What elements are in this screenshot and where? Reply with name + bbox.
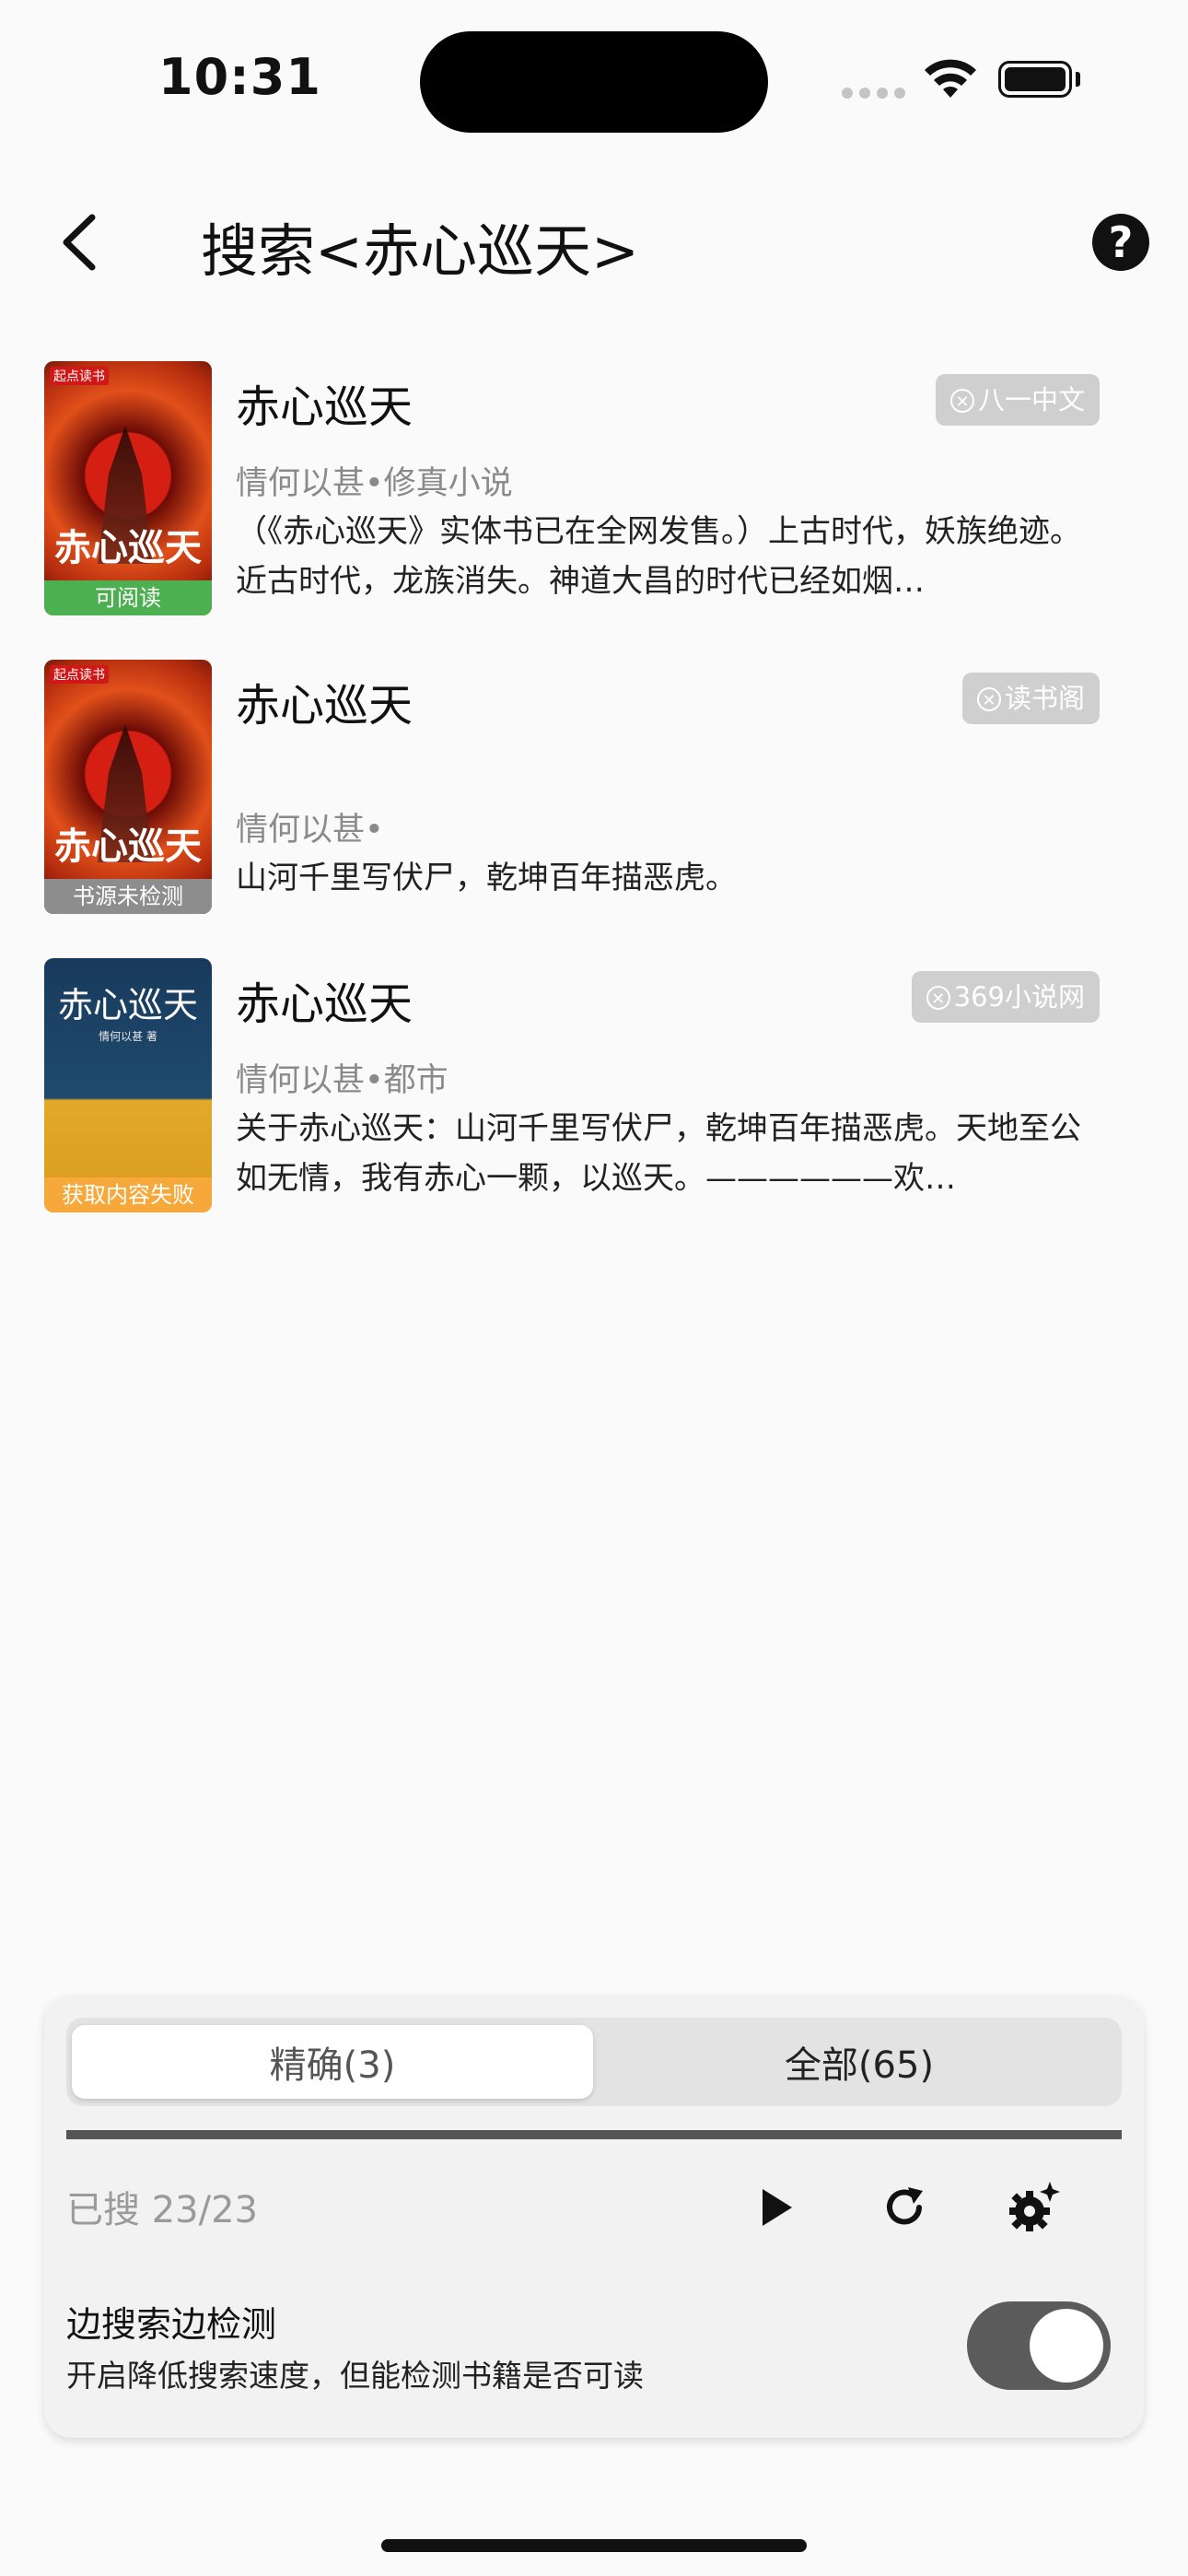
search-progress-bar bbox=[66, 2130, 1122, 2139]
battery-icon bbox=[998, 61, 1072, 98]
help-icon[interactable]: ? bbox=[1092, 214, 1149, 271]
search-control-panel: 精确(3) 全部(65) 已搜 23/23 边搜索边检测 开启降低搜索速度，但能… bbox=[44, 1996, 1144, 2438]
book-description: （《赤心巡天》实体书已在全网发售。）上古时代，妖族绝迹。近古时代，龙族消失。神道… bbox=[236, 513, 1081, 600]
close-circle-icon: ✕ bbox=[949, 389, 974, 413]
tab-exact[interactable]: 精确(3) bbox=[72, 2025, 593, 2099]
cover-title: 赤心巡天 bbox=[57, 985, 198, 1025]
book-description: 山河千里写伏尸，乾坤百年描恶虎。 bbox=[236, 860, 737, 896]
close-circle-icon: ✕ bbox=[926, 986, 950, 1010]
source-badge[interactable]: ✕ 八一中文 bbox=[935, 374, 1100, 426]
cover-author: 情何以甚 著 bbox=[99, 1030, 157, 1043]
book-description: 关于赤心巡天：山河千里写伏尸，乾坤百年描恶虎。天地至公如无情，我有赤心一颗，以巡… bbox=[236, 1110, 1081, 1197]
tab-all[interactable]: 全部(65) bbox=[599, 2025, 1120, 2099]
cover-brand: 起点读书 bbox=[50, 367, 109, 385]
cover-status-label: 获取内容失败 bbox=[44, 1177, 212, 1212]
book-cover: 起点读书 赤心巡天 可阅读 bbox=[44, 361, 212, 615]
settings-sparkle-icon[interactable] bbox=[1006, 2180, 1061, 2235]
signal-icon bbox=[842, 85, 912, 102]
source-name: 八一中文 bbox=[977, 384, 1085, 416]
toggle-subtitle: 开启降低搜索速度，但能检测书籍是否可读 bbox=[66, 2358, 644, 2394]
book-meta: 情何以甚• bbox=[236, 812, 384, 849]
play-icon[interactable] bbox=[748, 2180, 803, 2235]
cover-title: 赤心巡天 bbox=[54, 526, 202, 569]
home-indicator[interactable] bbox=[381, 2539, 807, 2552]
cover-status-label: 可阅读 bbox=[44, 580, 212, 615]
back-arrow-icon[interactable] bbox=[55, 210, 111, 275]
close-circle-icon: ✕ bbox=[976, 687, 1001, 711]
book-cover: 赤心巡天 情何以甚 著 获取内容失败 bbox=[44, 958, 212, 1212]
search-results-screen: 10:31 搜索<赤心巡天> ? 起点读书 赤心巡天 可阅读 赤心巡天 ✕ 八一中… bbox=[0, 0, 1188, 2576]
book-title: 赤心巡天 bbox=[236, 978, 413, 1030]
source-badge[interactable]: ✕ 369小说网 bbox=[911, 971, 1100, 1023]
book-result-item[interactable]: 赤心巡天 情何以甚 著 获取内容失败 赤心巡天 ✕ 369小说网 情何以甚•都市 … bbox=[0, 958, 1188, 1216]
cover-brand: 起点读书 bbox=[50, 665, 109, 684]
book-result-item[interactable]: 起点读书 赤心巡天 可阅读 赤心巡天 ✕ 八一中文 情何以甚•修真小说 （《赤心巡… bbox=[0, 361, 1188, 619]
dynamic-island bbox=[420, 31, 768, 133]
toggle-title: 边搜索边检测 bbox=[66, 2304, 277, 2345]
search-progress-fill bbox=[66, 2130, 1122, 2139]
search-check-toggle[interactable] bbox=[967, 2301, 1111, 2390]
refresh-icon[interactable] bbox=[877, 2180, 932, 2235]
toggle-knob bbox=[1030, 2309, 1103, 2383]
cover-status-label: 书源未检测 bbox=[44, 879, 212, 914]
source-badge[interactable]: ✕ 读书阁 bbox=[961, 673, 1100, 724]
book-meta: 情何以甚•都市 bbox=[236, 1062, 448, 1099]
book-result-item[interactable]: 起点读书 赤心巡天 书源未检测 赤心巡天 ✕ 读书阁 情何以甚• 山河千里写伏尸，… bbox=[0, 660, 1188, 918]
cover-title: 赤心巡天 bbox=[54, 825, 202, 868]
book-title: 赤心巡天 bbox=[236, 381, 413, 433]
book-title: 赤心巡天 bbox=[236, 680, 413, 732]
book-cover: 起点读书 赤心巡天 书源未检测 bbox=[44, 660, 212, 914]
searched-count: 已搜 23/23 bbox=[66, 2189, 258, 2231]
result-filter-segmented: 精确(3) 全部(65) bbox=[66, 2018, 1122, 2106]
source-name: 369小说网 bbox=[953, 981, 1085, 1013]
battery-tip bbox=[1076, 72, 1080, 87]
page-title: 搜索<赤心巡天> bbox=[201, 217, 639, 285]
book-meta: 情何以甚•修真小说 bbox=[236, 465, 513, 502]
wifi-icon bbox=[925, 59, 976, 98]
status-time: 10:31 bbox=[158, 48, 321, 106]
source-name: 读书阁 bbox=[1004, 683, 1085, 714]
